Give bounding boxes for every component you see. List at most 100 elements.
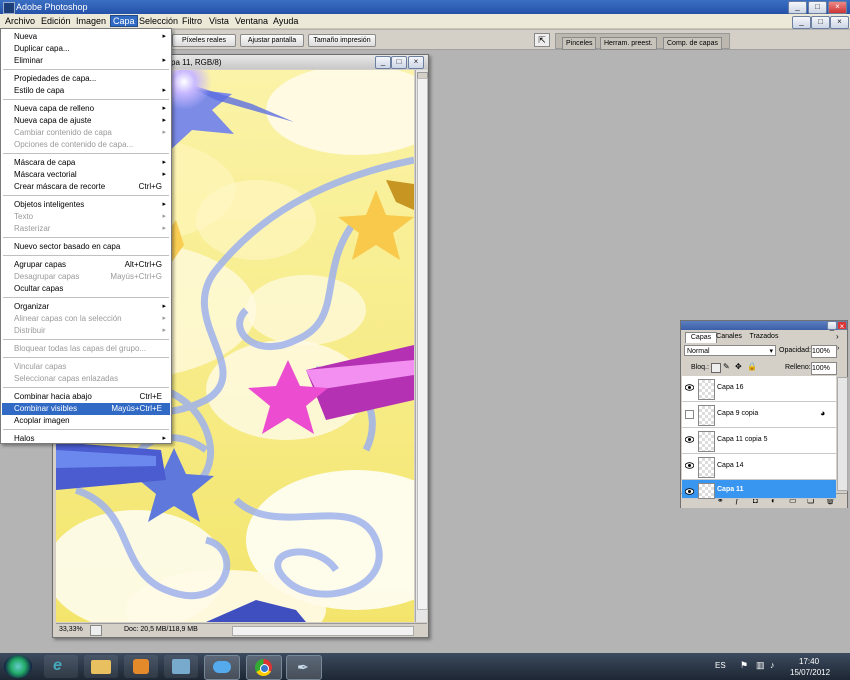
panel-options-icon[interactable]: › bbox=[836, 333, 845, 341]
menu-item-label: Cambiar contenido de capa bbox=[14, 128, 112, 137]
opacity-field[interactable]: 100% bbox=[811, 345, 837, 358]
menu-item-nueva-capa-de-relleno[interactable]: Nueva capa de relleno ▸ bbox=[2, 103, 170, 115]
status-menu-icon[interactable] bbox=[90, 625, 102, 636]
tab-trazados[interactable]: Trazados bbox=[748, 332, 780, 342]
scroll-thumb[interactable] bbox=[417, 78, 428, 610]
panel-minimize-button[interactable]: _ bbox=[827, 321, 837, 331]
menu-item-nueva[interactable]: Nueva ▸ bbox=[2, 31, 170, 43]
menu-item-estilo-de-capa[interactable]: Estilo de capa ▸ bbox=[2, 85, 170, 97]
menu-item-halos[interactable]: Halos ▸ bbox=[2, 433, 170, 445]
layer-row[interactable]: Capa 11 copia 5 bbox=[682, 428, 836, 454]
eye-visibility-icon[interactable] bbox=[684, 436, 695, 443]
tab-pinceles[interactable]: Pinceles bbox=[562, 37, 597, 50]
fit-screen-button[interactable]: Ajustar pantalla bbox=[240, 34, 304, 47]
document-title: pa 11, RGB/8) bbox=[171, 58, 222, 67]
lock-pixels-brush-icon[interactable]: ✎ bbox=[723, 363, 731, 371]
eye-visibility-icon[interactable] bbox=[684, 462, 695, 469]
menu-item-combinar-hacia-abajo[interactable]: Combinar hacia abajo Ctrl+E bbox=[2, 391, 170, 403]
language-indicator[interactable]: ES bbox=[715, 661, 726, 670]
menu-item-propiedades-de-capa[interactable]: Propiedades de capa... bbox=[2, 73, 170, 85]
tab-canales[interactable]: Canales bbox=[715, 332, 743, 342]
menu-vista[interactable]: Vista bbox=[207, 16, 231, 26]
visibility-toggle-empty[interactable] bbox=[685, 410, 694, 419]
menu-item-máscara-vectorial[interactable]: Máscara vectorial ▸ bbox=[2, 169, 170, 181]
clock-time[interactable]: 17:40 bbox=[799, 657, 819, 666]
menu-item-eliminar[interactable]: Eliminar ▸ bbox=[2, 55, 170, 67]
menu-item-objetos-inteligentes[interactable]: Objetos inteligentes ▸ bbox=[2, 199, 170, 211]
tab-comp-capas[interactable]: Comp. de capas bbox=[663, 37, 722, 50]
layer-row[interactable]: Capa 11 bbox=[682, 480, 836, 499]
tray-network-icon[interactable]: ▥ bbox=[756, 660, 765, 671]
panel-close-button[interactable]: × bbox=[837, 321, 847, 331]
layer-row[interactable]: Capa 14 bbox=[682, 454, 836, 480]
media-player-icon[interactable] bbox=[124, 655, 158, 678]
menu-separator bbox=[3, 429, 169, 430]
menu-item-nuevo-sector-basado-en-capa[interactable]: Nuevo sector basado en capa bbox=[2, 241, 170, 253]
menu-item-agrupar-capas[interactable]: Agrupar capas Alt+Ctrl+G bbox=[2, 259, 170, 271]
paint-app-icon[interactable] bbox=[164, 655, 198, 678]
print-size-button[interactable]: Tamaño impresión bbox=[308, 34, 376, 47]
layer-effects-icon[interactable]: ◕ bbox=[820, 408, 825, 418]
tray-flag-icon[interactable]: ⚑ bbox=[740, 660, 748, 671]
layer-name: Capa 16 bbox=[717, 384, 744, 391]
lock-transparency-icon[interactable] bbox=[711, 363, 721, 373]
internet-explorer-icon[interactable]: e bbox=[44, 655, 78, 678]
doc-close-button[interactable]: × bbox=[830, 16, 849, 29]
document-size-info: Doc: 20,5 MB/118,9 MB bbox=[124, 626, 198, 633]
photoshop-feather-icon[interactable]: ✒ bbox=[286, 655, 322, 680]
menu-seleccion[interactable]: Selección bbox=[137, 16, 180, 26]
layer-row[interactable]: Capa 16 bbox=[682, 376, 836, 402]
menu-item-duplicar-capa[interactable]: Duplicar capa... bbox=[2, 43, 170, 55]
tray-volume-icon[interactable]: ♪ bbox=[770, 660, 775, 670]
doc-window-close[interactable]: × bbox=[408, 56, 424, 69]
menu-item-ocultar-capas[interactable]: Ocultar capas bbox=[2, 283, 170, 295]
menu-ayuda[interactable]: Ayuda bbox=[271, 16, 300, 26]
menu-item-máscara-de-capa[interactable]: Máscara de capa ▸ bbox=[2, 157, 170, 169]
menu-item-crear-máscara-de-recorte[interactable]: Crear máscara de recorte Ctrl+G bbox=[2, 181, 170, 193]
capa-menu: Nueva ▸ Duplicar capa... Eliminar ▸ Propiedad… bbox=[0, 28, 172, 444]
submenu-arrow-icon: ▸ bbox=[162, 201, 166, 208]
layer-row[interactable]: Capa 9 copia ◕ bbox=[682, 402, 836, 428]
menu-item-organizar[interactable]: Organizar ▸ bbox=[2, 301, 170, 313]
clock-date[interactable]: 15/07/2012 bbox=[790, 668, 830, 677]
opacity-arrow-icon[interactable]: › bbox=[837, 345, 839, 352]
doc-window-minimize[interactable]: _ bbox=[375, 56, 391, 69]
actual-pixels-button[interactable]: Píxeles reales bbox=[172, 34, 236, 47]
start-orb-icon[interactable] bbox=[4, 655, 32, 678]
eye-visibility-icon[interactable] bbox=[684, 384, 695, 391]
menu-item-label: Desagrupar capas bbox=[14, 272, 80, 281]
menu-filtro[interactable]: Filtro bbox=[180, 16, 204, 26]
close-button[interactable]: × bbox=[828, 1, 847, 14]
chrome-icon[interactable] bbox=[246, 655, 282, 680]
doc-minimize-button[interactable]: _ bbox=[792, 16, 811, 29]
minimize-button[interactable]: _ bbox=[788, 1, 807, 14]
network-app-icon[interactable] bbox=[204, 655, 240, 680]
blend-mode-select[interactable]: Normal ▾ bbox=[684, 345, 776, 356]
menu-archivo[interactable]: Archivo bbox=[3, 16, 37, 26]
tab-capas[interactable]: Capas bbox=[685, 332, 717, 343]
menu-capa[interactable]: Capa bbox=[110, 15, 138, 27]
maximize-button[interactable]: □ bbox=[808, 1, 827, 14]
doc-restore-button[interactable]: □ bbox=[811, 16, 830, 29]
lock-all-icon[interactable]: 🔒 bbox=[747, 363, 757, 371]
blend-mode-value: Normal bbox=[687, 348, 710, 355]
tab-herram-preest[interactable]: Herram. preest. bbox=[600, 37, 657, 50]
menu-item-label: Distribuir bbox=[14, 326, 46, 335]
menu-imagen[interactable]: Imagen bbox=[74, 16, 108, 26]
file-explorer-icon[interactable] bbox=[84, 655, 118, 678]
lock-position-icon[interactable]: ✥ bbox=[735, 363, 743, 371]
menu-item-acoplar-imagen[interactable]: Acoplar imagen bbox=[2, 415, 170, 427]
doc-window-maximize[interactable]: □ bbox=[391, 56, 407, 69]
menu-separator bbox=[3, 195, 169, 196]
file-browser-icon[interactable]: ⇱ bbox=[534, 33, 550, 47]
eye-visibility-icon[interactable] bbox=[684, 488, 695, 495]
fill-field[interactable]: 100% bbox=[811, 362, 837, 375]
horizontal-scrollbar[interactable] bbox=[232, 626, 414, 636]
zoom-level[interactable]: 33,33% bbox=[59, 626, 83, 633]
vertical-scrollbar[interactable] bbox=[415, 70, 428, 622]
menu-item-nueva-capa-de-ajuste[interactable]: Nueva capa de ajuste ▸ bbox=[2, 115, 170, 127]
menu-ventana[interactable]: Ventana bbox=[233, 16, 270, 26]
layers-scrollbar[interactable] bbox=[837, 377, 848, 491]
menu-edicion[interactable]: Edición bbox=[39, 16, 73, 26]
menu-item-combinar-visibles[interactable]: Combinar visibles Mayús+Ctrl+E bbox=[2, 403, 170, 415]
